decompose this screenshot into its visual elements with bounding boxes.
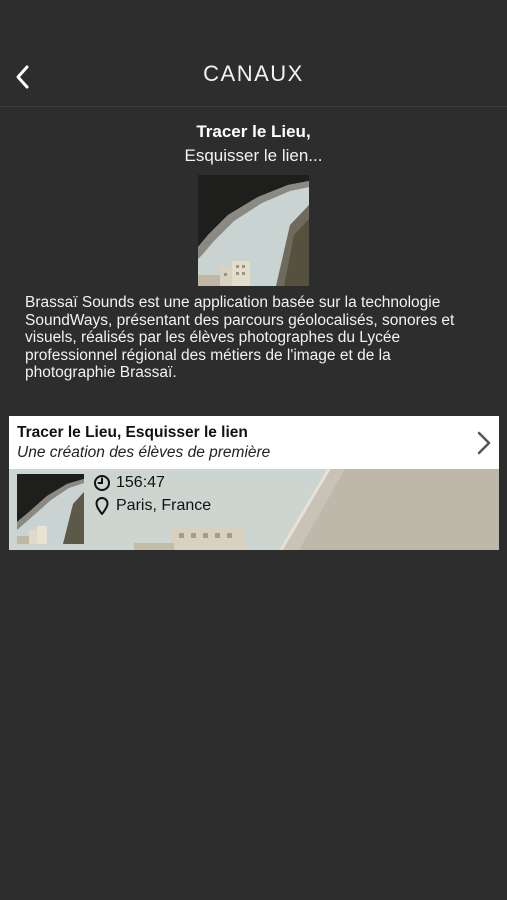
location-pin-icon bbox=[95, 497, 109, 515]
clock-icon bbox=[94, 475, 110, 491]
tour-location-value: Paris, France bbox=[116, 497, 212, 514]
nav-header: CANAUX bbox=[0, 0, 507, 107]
tour-duration: 156:47 bbox=[93, 474, 165, 492]
tour-thumbnail bbox=[17, 474, 84, 544]
tour-title: Tracer le Lieu, Esquisser le lien bbox=[17, 424, 248, 441]
page-title: CANAUX bbox=[203, 61, 304, 86]
tour-card-header: Tracer le Lieu, Esquisser le lien Une cr… bbox=[9, 416, 499, 469]
channel-cover-image bbox=[198, 175, 309, 286]
tour-location: Paris, France bbox=[93, 496, 211, 516]
tour-duration-value: 156:47 bbox=[116, 474, 165, 491]
channel-subtitle: Esquisser le lien... bbox=[184, 146, 323, 165]
channel-description: Brassaï Sounds est une application basée… bbox=[25, 294, 455, 381]
channel-title: Tracer le Lieu, bbox=[196, 122, 311, 141]
tour-card[interactable]: Tracer le Lieu, Esquisser le lien Une cr… bbox=[9, 416, 499, 550]
tour-subtitle: Une création des élèves de première bbox=[17, 444, 271, 461]
chevron-right-icon bbox=[477, 431, 491, 455]
